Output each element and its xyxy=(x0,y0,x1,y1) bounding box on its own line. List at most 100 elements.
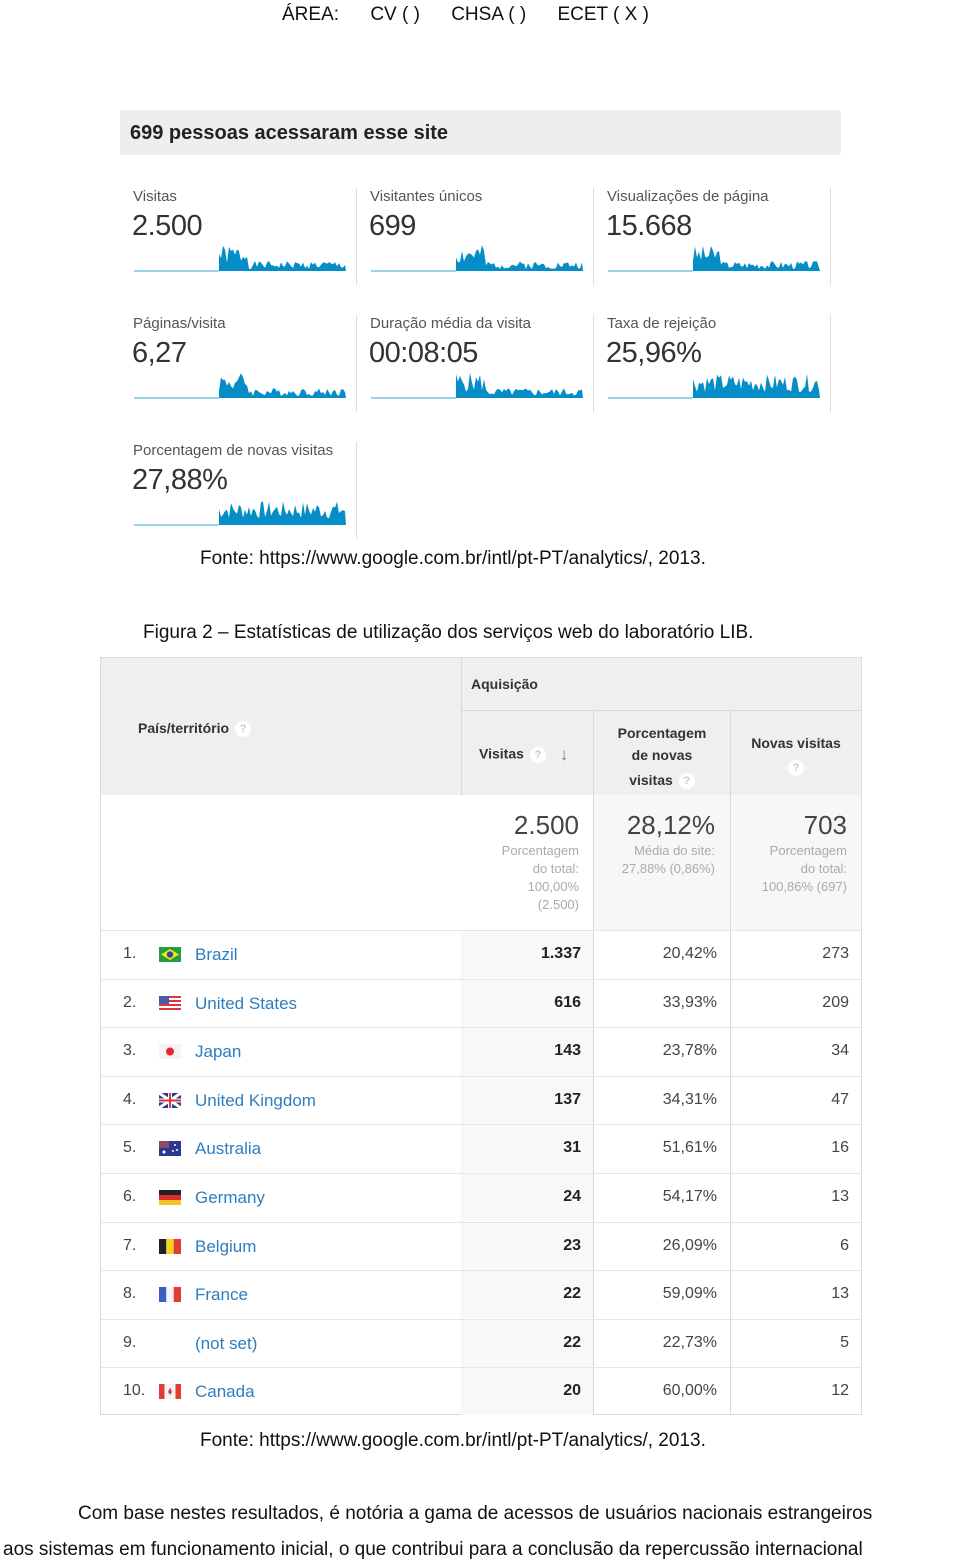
area-option-cv: CV ( ) xyxy=(370,4,420,25)
country-link[interactable]: Belgium xyxy=(195,1237,256,1257)
country-link[interactable]: France xyxy=(195,1285,248,1305)
row-rank: 2. xyxy=(123,993,137,1011)
country-link[interactable]: United States xyxy=(195,994,297,1014)
header-pct-line1: Porcentagem xyxy=(617,725,707,741)
row-new-visits: 6 xyxy=(840,1236,849,1254)
flag-be-icon xyxy=(159,1238,181,1254)
sparkline-area xyxy=(219,373,346,398)
sub-line: do total: xyxy=(800,861,847,876)
sparkline xyxy=(371,245,583,272)
sparkline xyxy=(371,372,583,399)
flag-us-icon xyxy=(159,995,181,1011)
sparkline-area xyxy=(456,372,583,398)
metric-visits[interactable]: Visitas 2.500 xyxy=(120,188,357,285)
row-rank: 7. xyxy=(123,1236,137,1254)
flag-br-icon xyxy=(159,947,181,962)
country-link[interactable]: Canada xyxy=(195,1382,255,1402)
metric-pct-new-visits[interactable]: Porcentagem de novas visitas 27,88% xyxy=(120,442,357,539)
header-country-label: País/território xyxy=(138,720,230,736)
help-icon[interactable]: ? xyxy=(788,760,804,777)
table-row: 4. United Kingdom 137 34,31% 47 xyxy=(101,1075,861,1124)
row-rank: 8. xyxy=(123,1285,137,1303)
table-row: 1. Brazil 1.337 20,42% 273 xyxy=(101,930,861,978)
row-rank: 10. xyxy=(123,1382,146,1400)
header-new-visits-label: Novas visitas xyxy=(751,735,841,751)
area-option-chsa: CHSA ( ) xyxy=(451,4,527,25)
metric-value: 25,96% xyxy=(606,337,702,369)
country-link[interactable]: United Kingdom xyxy=(195,1091,316,1111)
row-new-visits: 34 xyxy=(831,1042,849,1060)
row-pct-new-visits: 23,78% xyxy=(662,1042,717,1060)
total-new-visits-sub: Porcentagem do total: 100,86% (697) xyxy=(762,842,847,896)
area-option-ecet: ECET ( X ) xyxy=(557,4,649,25)
sparkline xyxy=(134,501,346,526)
row-pct-new-visits: 26,09% xyxy=(662,1236,717,1254)
sparkline xyxy=(134,373,346,399)
row-visits: 1.337 xyxy=(540,945,581,962)
metric-label: Taxa de rejeição xyxy=(607,315,717,332)
metric-label: Visualizações de página xyxy=(607,188,769,205)
area-line: ÁREA: CV ( ) CHSA ( ) ECET ( X ) xyxy=(282,4,675,26)
table-row: 3. Japan 143 23,78% 34 xyxy=(101,1027,861,1076)
metric-value: 27,88% xyxy=(132,464,228,496)
sub-line: Porcentagem xyxy=(501,843,579,858)
total-pct-new-sub: Média do site: 27,88% (0,86%) xyxy=(622,842,715,878)
row-pct-new-visits: 54,17% xyxy=(662,1188,717,1205)
metric-avg-visit-duration[interactable]: Duração média da visita 00:08:05 xyxy=(357,315,594,412)
help-icon[interactable]: ? xyxy=(529,747,546,763)
flag-de-icon xyxy=(159,1190,181,1205)
total-pct-new: 28,12% xyxy=(626,810,715,840)
row-visits: 143 xyxy=(554,1042,581,1060)
metric-value: 2.500 xyxy=(132,210,203,242)
row-pct-new-visits: 51,61% xyxy=(662,1139,717,1157)
sub-line: 100,86% (697) xyxy=(761,879,847,894)
country-link[interactable]: Germany xyxy=(195,1188,265,1208)
country-link[interactable]: Japan xyxy=(195,1042,241,1062)
sub-line: do total: xyxy=(532,861,579,876)
country-link[interactable]: Australia xyxy=(195,1139,261,1159)
metric-pageviews[interactable]: Visualizações de página 15.668 xyxy=(594,188,831,285)
analytics-summary-panel: 699 pessoas acessaram esse site Visitas … xyxy=(120,110,842,540)
header-pct-new-visits[interactable]: Porcentagem de novas visitas? xyxy=(594,722,730,791)
row-pct-new-visits: 59,09% xyxy=(662,1285,717,1303)
header-pct-line2: de novas xyxy=(631,747,693,763)
row-new-visits: 16 xyxy=(831,1139,849,1157)
table-row: 8. France 22 59,09% 13 xyxy=(101,1270,861,1319)
row-pct-new-visits: 22,73% xyxy=(662,1333,717,1351)
row-rank: 3. xyxy=(123,1042,137,1060)
row-rank: 4. xyxy=(123,1090,137,1108)
sort-descending-icon[interactable]: ↓ xyxy=(560,745,569,764)
country-link[interactable]: Brazil xyxy=(195,945,238,965)
country-table: País/território? Aquisição Visitas? ↓ Por… xyxy=(100,657,862,1416)
help-icon[interactable]: ? xyxy=(678,773,695,790)
figure-caption: Figura 2 – Estatísticas de utilização do… xyxy=(143,622,754,643)
total-visits-sub: Porcentagem do total: 100,00% (2.500) xyxy=(502,842,579,914)
metric-value: 00:08:05 xyxy=(369,337,478,369)
row-pct-new-visits: 20,42% xyxy=(662,945,717,962)
row-pct-new-visits: 34,31% xyxy=(662,1090,717,1108)
area-label: ÁREA: xyxy=(282,4,340,25)
table-row: 9. (not set) 22 22,73% 5 xyxy=(101,1318,861,1367)
metric-unique-visitors[interactable]: Visitantes únicos 699 xyxy=(357,188,594,285)
metric-pages-per-visit[interactable]: Páginas/visita 6,27 xyxy=(120,315,357,412)
row-visits: 24 xyxy=(563,1188,581,1205)
summary-title: 699 pessoas acessaram esse site xyxy=(120,110,841,155)
metric-label: Visitantes únicos xyxy=(370,188,483,205)
row-visits: 137 xyxy=(554,1090,581,1108)
flag-jp-icon xyxy=(159,1044,181,1060)
header-visits[interactable]: Visitas? ↓ xyxy=(479,745,568,765)
metric-label: Páginas/visita xyxy=(133,315,226,332)
help-icon[interactable]: ? xyxy=(235,721,252,738)
row-new-visits: 12 xyxy=(831,1382,849,1400)
metric-bounce-rate[interactable]: Taxa de rejeição 25,96% xyxy=(594,315,831,412)
country-link[interactable]: (not set) xyxy=(195,1334,257,1354)
row-new-visits: 273 xyxy=(822,945,849,962)
total-visits: 2.500 xyxy=(513,810,579,840)
row-rank: 6. xyxy=(123,1188,137,1205)
metric-label: Duração média da visita xyxy=(370,315,531,332)
header-country[interactable]: País/território? xyxy=(138,720,252,738)
header-new-visits[interactable]: Novas visitas ? xyxy=(731,731,861,779)
header-acquisition: Aquisição xyxy=(471,676,538,692)
row-rank: 5. xyxy=(123,1139,137,1157)
sub-line: 27,88% (0,86%) xyxy=(621,861,715,876)
